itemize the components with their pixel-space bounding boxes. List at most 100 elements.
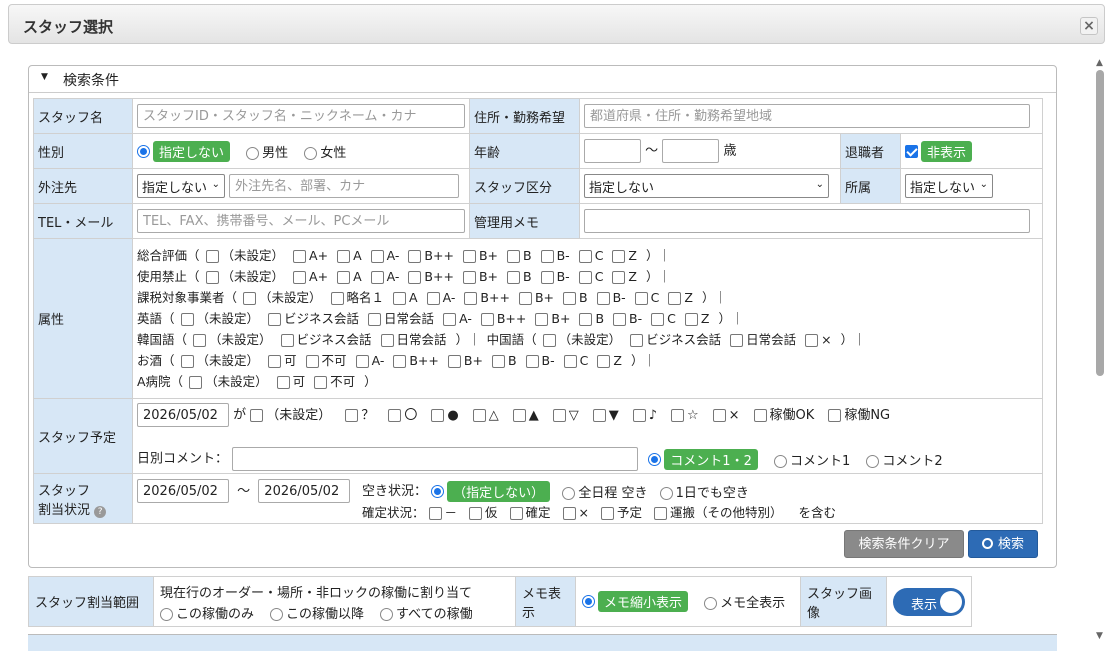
checkbox-icon[interactable] <box>563 292 576 305</box>
schedule-option[interactable]: ▼ <box>592 408 619 423</box>
attribute-option[interactable]: A <box>393 290 418 305</box>
attribute-option[interactable]: ビジネス会話 <box>630 332 721 347</box>
checkbox-icon[interactable] <box>205 250 219 263</box>
attribute-option[interactable]: （未設定） <box>180 353 259 368</box>
checkbox-icon[interactable] <box>305 355 319 368</box>
checkbox-icon[interactable] <box>579 313 593 326</box>
attribute-option[interactable]: C <box>578 248 603 263</box>
outsource-select[interactable]: 指定しない ⌄ <box>137 174 225 198</box>
checkbox-icon[interactable] <box>535 313 549 326</box>
attribute-option[interactable]: Z <box>597 353 622 368</box>
checkbox-icon[interactable] <box>507 271 521 284</box>
attribute-option[interactable]: B+ <box>518 290 554 305</box>
checkbox-icon[interactable] <box>447 355 461 368</box>
outsource-input[interactable] <box>229 174 460 198</box>
checkbox-icon[interactable] <box>428 507 442 520</box>
attribute-option[interactable]: （未設定） <box>243 290 322 305</box>
search-button[interactable]: 検索 <box>968 530 1038 558</box>
attribute-option[interactable]: B+ <box>462 248 498 263</box>
checkbox-icon[interactable] <box>480 313 494 326</box>
checkbox-icon[interactable] <box>542 334 556 347</box>
attribute-option[interactable]: B- <box>540 269 570 284</box>
checkbox-icon[interactable] <box>562 507 576 520</box>
checkbox-icon[interactable] <box>469 507 483 520</box>
radio-icon[interactable] <box>137 144 150 158</box>
checkbox-icon[interactable] <box>293 250 307 263</box>
checkbox-icon[interactable] <box>330 292 344 305</box>
checkbox-icon[interactable] <box>670 408 684 422</box>
attribute-option[interactable]: ビジネス会話 <box>268 311 359 326</box>
help-icon[interactable]: ? <box>94 505 107 518</box>
checkbox-icon[interactable] <box>368 313 382 326</box>
checkbox-icon[interactable] <box>684 313 698 326</box>
attribute-option[interactable]: C <box>651 311 676 326</box>
checkbox-icon[interactable] <box>337 250 351 263</box>
comment-option-c2[interactable]: コメント2 <box>866 450 943 469</box>
range-option[interactable]: すべての稼働 <box>380 603 473 622</box>
radio-icon[interactable] <box>246 146 260 160</box>
attribute-option[interactable]: B++ <box>480 311 526 326</box>
attribute-option[interactable]: B++ <box>464 290 510 305</box>
affiliation-select[interactable]: 指定しない ⌄ <box>905 174 993 198</box>
attribute-option[interactable]: B <box>507 269 532 284</box>
radio-icon[interactable] <box>380 607 394 621</box>
schedule-option[interactable]: × <box>712 408 740 423</box>
checkbox-icon[interactable] <box>276 376 290 389</box>
checkbox-icon[interactable] <box>205 271 219 284</box>
attribute-option[interactable]: （未設定） <box>180 311 259 326</box>
memo-option-full[interactable]: メモ全表示 <box>704 592 785 611</box>
checkbox-icon[interactable] <box>578 250 592 263</box>
gender-option-male[interactable]: 男性 <box>246 142 288 161</box>
schedule-option[interactable]: ▽ <box>552 408 579 423</box>
checkbox-icon[interactable] <box>472 408 486 422</box>
checkbox-icon[interactable] <box>668 292 682 305</box>
schedule-option[interactable]: △ <box>472 408 499 423</box>
attribute-option[interactable]: B- <box>525 353 555 368</box>
radio-icon[interactable] <box>431 485 445 498</box>
checkbox-icon[interactable] <box>370 271 384 284</box>
checkbox-icon[interactable] <box>426 292 440 305</box>
checkbox-icon[interactable] <box>596 292 610 305</box>
confirm-option[interactable]: 予定 <box>601 505 642 520</box>
range-option[interactable]: この稼働のみ <box>160 603 254 622</box>
attribute-option[interactable]: （未設定） <box>542 332 621 347</box>
attribute-option[interactable]: 略名１ <box>330 290 384 305</box>
staff-image-toggle[interactable]: 表示 <box>893 587 965 616</box>
checkbox-icon[interactable] <box>578 271 592 284</box>
checkbox-icon[interactable] <box>601 507 615 520</box>
checkbox-icon[interactable] <box>630 334 644 347</box>
attribute-option[interactable]: A+ <box>293 269 328 284</box>
checkbox-icon[interactable] <box>243 292 257 305</box>
attribute-option[interactable]: ビジネス会話 <box>280 332 372 347</box>
checkbox-icon[interactable] <box>592 408 606 422</box>
schedule-option[interactable]: 稼働OK <box>753 408 814 423</box>
memo-input[interactable] <box>584 209 1030 233</box>
attribute-option[interactable]: 日常会話 <box>368 311 434 326</box>
confirm-option[interactable]: 運搬（その他特別） <box>654 505 783 520</box>
checkbox-icon[interactable] <box>462 250 476 263</box>
checkbox-icon[interactable] <box>180 355 194 368</box>
schedule-option[interactable]: ☆ <box>670 408 699 423</box>
attribute-option[interactable]: Z <box>612 248 637 263</box>
comment-option-c12[interactable]: コメント1・2 <box>648 448 758 470</box>
vacancy-option-all[interactable]: 全日程 空き <box>562 482 647 501</box>
radio-icon[interactable] <box>648 452 662 466</box>
age-to-input[interactable] <box>662 139 720 163</box>
checkbox-icon[interactable] <box>464 292 478 305</box>
schedule-option[interactable]: ♪ <box>632 408 657 423</box>
attribute-option[interactable]: B+ <box>462 269 498 284</box>
attribute-option[interactable]: C <box>634 290 659 305</box>
checkbox-icon[interactable] <box>612 271 626 284</box>
attribute-option[interactable]: （未設定） <box>205 248 284 263</box>
gender-option-none[interactable]: 指定しない <box>137 140 231 162</box>
checkbox-icon[interactable] <box>268 355 282 368</box>
memo-option-short[interactable]: メモ縮小表示 <box>582 591 689 612</box>
checkbox-icon[interactable] <box>805 334 819 347</box>
confirm-option[interactable]: 仮 <box>469 505 498 520</box>
checkbox-icon[interactable] <box>632 408 646 422</box>
attribute-option[interactable]: × <box>805 332 832 347</box>
gender-option-female[interactable]: 女性 <box>304 142 346 161</box>
checkbox-icon[interactable] <box>491 355 505 368</box>
radio-icon[interactable] <box>704 597 718 610</box>
checkbox-icon[interactable] <box>293 271 307 284</box>
